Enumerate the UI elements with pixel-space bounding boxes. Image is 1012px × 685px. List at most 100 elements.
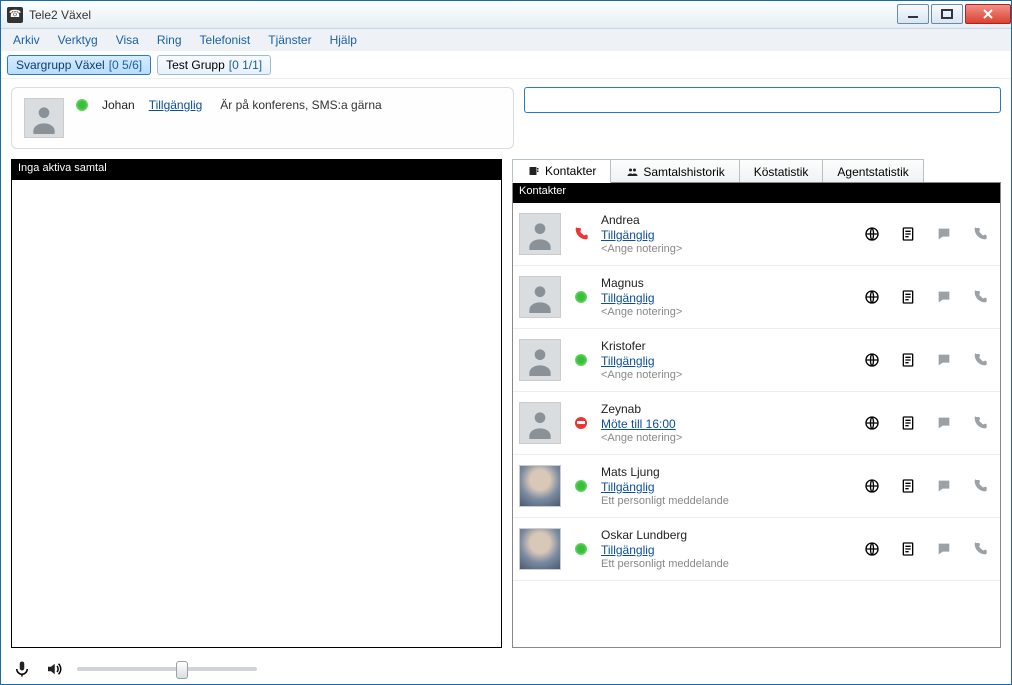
contact-avatar[interactable] xyxy=(519,528,561,570)
contact-avatar[interactable] xyxy=(519,402,561,444)
contact-info: AndreaTillgänglig<Ange notering> xyxy=(601,213,854,255)
tab-samtalshistorik[interactable]: Samtalshistorik xyxy=(610,159,739,183)
current-user-status-link[interactable]: Tillgänglig xyxy=(149,98,203,112)
right-pane: Kontakter Samtalshistorik Köstatistik Ag… xyxy=(512,159,1001,648)
top-section: Johan Tillgänglig Är på konferens, SMS:a… xyxy=(1,79,1011,159)
menu-telefonist[interactable]: Telefonist xyxy=(192,31,259,49)
chat-icon[interactable] xyxy=(936,415,952,431)
menu-hjalp[interactable]: Hjälp xyxy=(322,31,365,49)
close-button[interactable] xyxy=(965,4,1011,24)
contact-row[interactable]: ZeynabMöte till 16:00<Ange notering> xyxy=(513,392,1000,455)
globe-icon[interactable] xyxy=(864,541,880,557)
mic-icon[interactable] xyxy=(13,660,31,678)
contact-avatar[interactable] xyxy=(519,339,561,381)
window-title: Tele2 Växel xyxy=(29,8,895,22)
menu-tjanster[interactable]: Tjänster xyxy=(260,31,319,49)
contact-status-link[interactable]: Möte till 16:00 xyxy=(601,417,854,431)
maximize-button[interactable] xyxy=(931,4,963,24)
current-user-name: Johan xyxy=(102,98,135,112)
contact-row[interactable]: Oskar LundbergTillgängligEtt personligt … xyxy=(513,518,1000,581)
tab-agentstatistik[interactable]: Agentstatistik xyxy=(822,159,923,183)
contact-presence xyxy=(571,417,591,429)
contact-name: Mats Ljung xyxy=(601,465,854,479)
contact-presence xyxy=(571,543,591,555)
contact-row[interactable]: AndreaTillgänglig<Ange notering> xyxy=(513,203,1000,266)
contact-presence xyxy=(571,291,591,303)
chat-icon[interactable] xyxy=(936,541,952,557)
globe-icon[interactable] xyxy=(864,415,880,431)
app-icon: ☎ xyxy=(7,7,23,23)
contact-actions xyxy=(864,226,994,242)
contact-row[interactable]: MagnusTillgänglig<Ange notering> xyxy=(513,266,1000,329)
titlebar: ☎ Tele2 Växel xyxy=(1,1,1011,29)
contact-presence xyxy=(571,226,591,242)
contact-info: Mats LjungTillgängligEtt personligt medd… xyxy=(601,465,854,507)
globe-icon[interactable] xyxy=(864,352,880,368)
note-icon[interactable] xyxy=(900,289,916,305)
globe-icon[interactable] xyxy=(864,289,880,305)
chat-icon[interactable] xyxy=(936,352,952,368)
contact-status-link[interactable]: Tillgänglig xyxy=(601,543,854,557)
contact-status-link[interactable]: Tillgänglig xyxy=(601,354,854,368)
menu-verktyg[interactable]: Verktyg xyxy=(50,31,106,49)
tab-kostatistik[interactable]: Köstatistik xyxy=(739,159,824,183)
main-area: Inga aktiva samtal Kontakter Samtalshist… xyxy=(1,159,1011,654)
search-input[interactable] xyxy=(524,87,1001,113)
contact-note: <Ange notering> xyxy=(601,306,854,318)
note-icon[interactable] xyxy=(900,478,916,494)
group-button-svargrupp[interactable]: Svargrupp Växel [0 5/6] xyxy=(7,55,151,75)
contact-avatar[interactable] xyxy=(519,213,561,255)
app-window: ☎ Tele2 Växel Arkiv Verktyg Visa Ring Te… xyxy=(0,0,1012,685)
tab-kontakter[interactable]: Kontakter xyxy=(512,159,611,183)
contact-presence xyxy=(571,480,591,492)
contact-row[interactable]: Mats LjungTillgängligEtt personligt medd… xyxy=(513,455,1000,518)
group-count: [0 1/1] xyxy=(229,58,262,72)
current-user-avatar[interactable] xyxy=(24,98,64,138)
group-label: Test Grupp xyxy=(166,58,225,72)
globe-icon[interactable] xyxy=(864,226,880,242)
call-icon[interactable] xyxy=(972,541,988,557)
globe-icon[interactable] xyxy=(864,478,880,494)
footer xyxy=(1,654,1011,684)
contact-status-link[interactable]: Tillgänglig xyxy=(601,480,854,494)
volume-slider[interactable] xyxy=(77,667,257,671)
contact-avatar[interactable] xyxy=(519,276,561,318)
group-button-test[interactable]: Test Grupp [0 1/1] xyxy=(157,55,271,75)
note-icon[interactable] xyxy=(900,226,916,242)
speaker-icon[interactable] xyxy=(45,660,63,678)
tab-label: Samtalshistorik xyxy=(643,165,724,179)
call-icon[interactable] xyxy=(972,415,988,431)
menu-ring[interactable]: Ring xyxy=(149,31,190,49)
contact-name: Oskar Lundberg xyxy=(601,528,854,542)
note-icon[interactable] xyxy=(900,541,916,557)
note-icon[interactable] xyxy=(900,415,916,431)
contact-actions xyxy=(864,415,994,431)
menu-visa[interactable]: Visa xyxy=(108,31,147,49)
contact-row[interactable]: KristoferTillgänglig<Ange notering> xyxy=(513,329,1000,392)
call-icon[interactable] xyxy=(972,352,988,368)
menu-arkiv[interactable]: Arkiv xyxy=(5,31,48,49)
group-bar: Svargrupp Växel [0 5/6] Test Grupp [0 1/… xyxy=(1,51,1011,79)
contacts-list[interactable]: AndreaTillgänglig<Ange notering> MagnusTi… xyxy=(513,203,1000,647)
contact-actions xyxy=(864,352,994,368)
tab-label: Kontakter xyxy=(545,164,596,178)
contact-name: Zeynab xyxy=(601,402,854,416)
call-icon[interactable] xyxy=(972,226,988,242)
contact-status-link[interactable]: Tillgänglig xyxy=(601,228,854,242)
chat-icon[interactable] xyxy=(936,289,952,305)
window-controls xyxy=(895,4,1011,26)
contact-info: MagnusTillgänglig<Ange notering> xyxy=(601,276,854,318)
contact-info: KristoferTillgänglig<Ange notering> xyxy=(601,339,854,381)
call-icon[interactable] xyxy=(972,478,988,494)
contact-note: <Ange notering> xyxy=(601,432,854,444)
call-icon[interactable] xyxy=(972,289,988,305)
contact-actions xyxy=(864,541,994,557)
contact-avatar[interactable] xyxy=(519,465,561,507)
current-user-card: Johan Tillgänglig Är på konferens, SMS:a… xyxy=(11,87,514,149)
note-icon[interactable] xyxy=(900,352,916,368)
chat-icon[interactable] xyxy=(936,478,952,494)
minimize-button[interactable] xyxy=(897,4,929,24)
contact-status-link[interactable]: Tillgänglig xyxy=(601,291,854,305)
chat-icon[interactable] xyxy=(936,226,952,242)
contact-presence xyxy=(571,354,591,366)
